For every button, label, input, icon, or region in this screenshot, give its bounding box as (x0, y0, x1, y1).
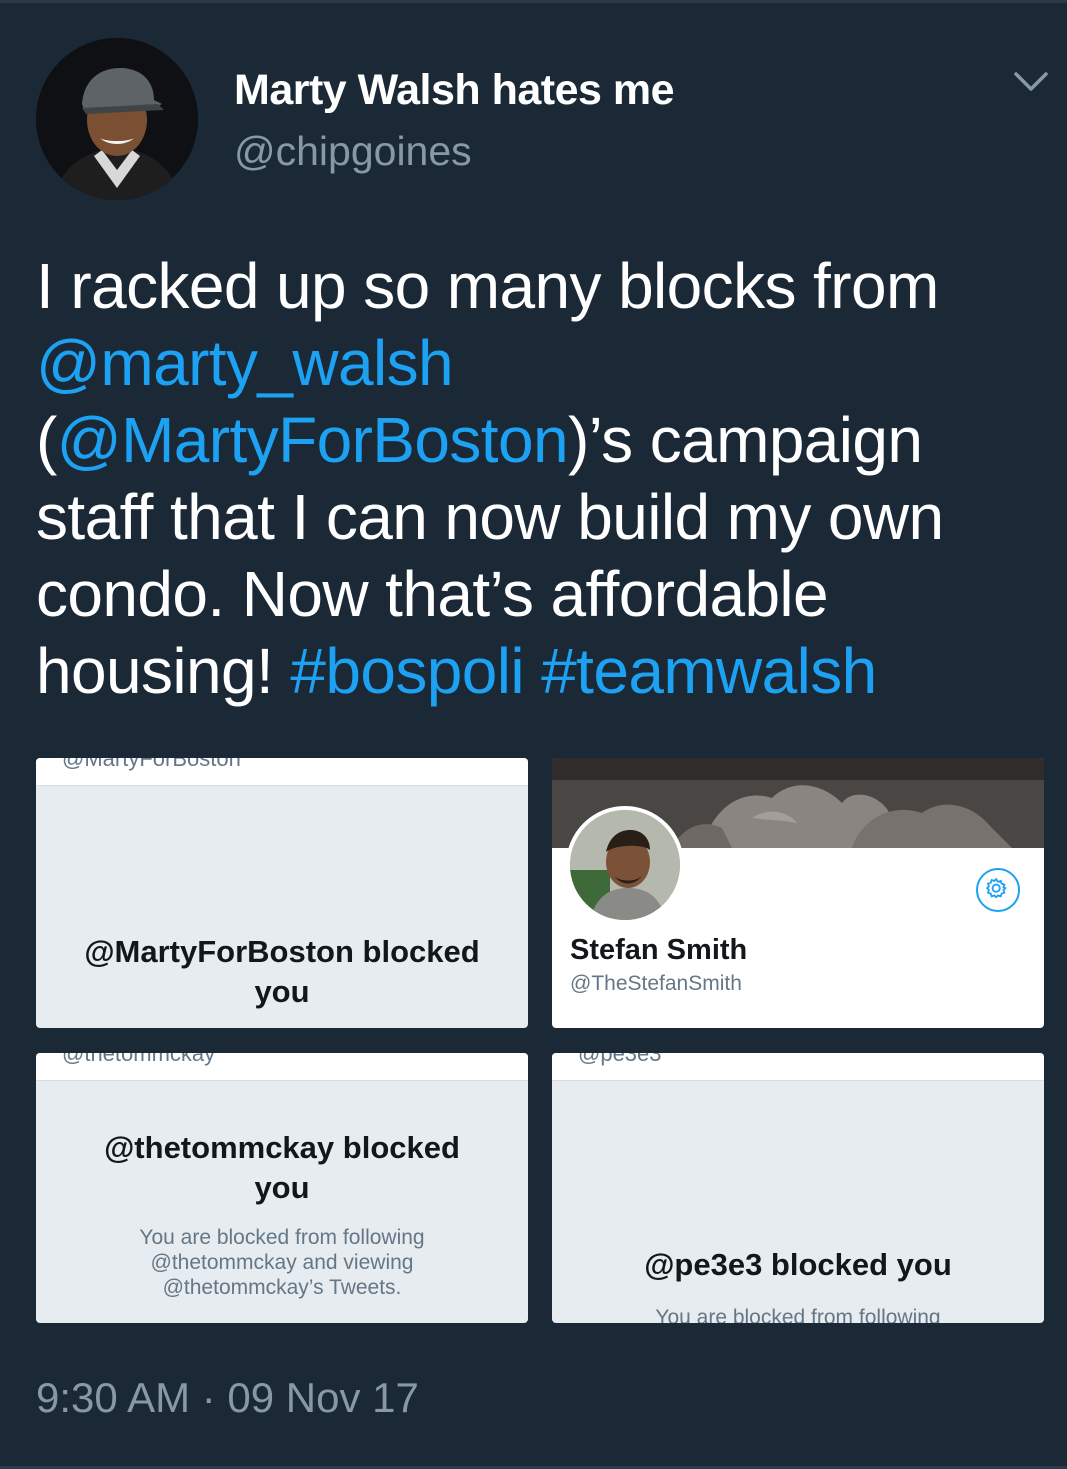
card-cut-handle: @pe3e3 (578, 1053, 662, 1066)
media-card-martyforboston[interactable]: @MartyForBoston @MartyForBoston blocked … (36, 758, 528, 1028)
gear-icon[interactable] (976, 868, 1020, 912)
avatar-photo (36, 38, 198, 200)
hashtag-teamwalsh[interactable]: #teamwalsh (541, 635, 877, 707)
top-divider (0, 0, 1067, 3)
tweet-text: I racked up so many blocks from @marty_w… (36, 248, 1046, 710)
card-cut-handle: @MartyForBoston (62, 758, 241, 771)
profile-avatar[interactable] (566, 806, 684, 924)
media-card-pe3e3[interactable]: @pe3e3 @pe3e3 blocked you You are blocke… (552, 1053, 1044, 1323)
chevron-down-icon[interactable] (1010, 66, 1052, 98)
tweet-text-segment: ( (36, 404, 57, 476)
mention-marty-walsh[interactable]: @marty_walsh (36, 327, 454, 399)
blocked-message-title: @pe3e3 blocked you (644, 1247, 952, 1282)
blocked-message-title: @thetommckay blocked you (104, 1130, 460, 1205)
tweet-text-segment: I racked up so many blocks from (36, 250, 939, 322)
card-header-bar: @thetommckay (36, 1053, 528, 1081)
display-name[interactable]: Marty Walsh hates me (234, 66, 675, 115)
card-header-bar: @MartyForBoston (36, 758, 528, 786)
tweet-timestamp[interactable]: 9:30 AM · 09 Nov 17 (36, 1374, 419, 1422)
card-cut-handle: @thetommckay (62, 1053, 216, 1066)
blocked-message-subtitle: You are blocked from following (655, 1306, 941, 1323)
blocked-message-subtitle: You are blocked from following @thetommc… (139, 1226, 425, 1299)
user-avatar[interactable] (36, 38, 198, 200)
card-header-bar: @pe3e3 (552, 1053, 1044, 1081)
blocked-message-title: @MartyForBoston blocked you (84, 934, 480, 1009)
user-handle[interactable]: @chipgoines (234, 128, 472, 175)
tweet-text-segment (524, 635, 541, 707)
media-card-stefan-smith[interactable]: Stefan Smith @TheStefanSmith (552, 758, 1044, 1028)
profile-name: Stefan Smith (570, 934, 748, 966)
media-card-thetommckay[interactable]: @thetommckay @thetommckay blocked you Yo… (36, 1053, 528, 1323)
mention-martyforboston[interactable]: @MartyForBoston (57, 404, 569, 476)
profile-handle: @TheStefanSmith (570, 972, 742, 995)
hashtag-bospoli[interactable]: #bospoli (290, 635, 524, 707)
